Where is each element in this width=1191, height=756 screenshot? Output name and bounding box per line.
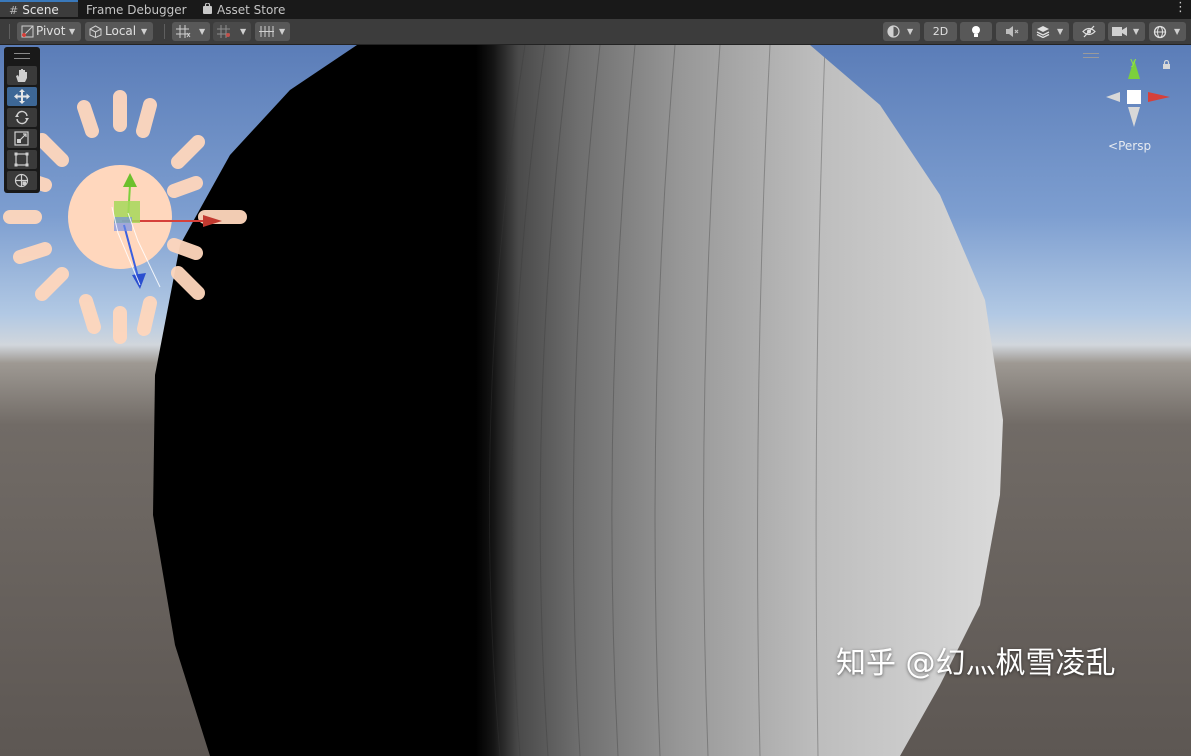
audio-toggle-button[interactable]: [996, 22, 1028, 41]
tab-frame-debugger[interactable]: Frame Debugger: [86, 0, 187, 19]
scene-visibility-toggle[interactable]: [1073, 22, 1105, 41]
grid-snapping-dropdown[interactable]: ▼: [172, 22, 210, 41]
scale-tool-button[interactable]: [7, 129, 37, 148]
speaker-muted-icon: [1006, 26, 1019, 37]
scene-toolbar: Pivot ▼ Local ▼ ▼ ▼ ▼ ▼ 2D ▼ ▼ ▼: [0, 19, 1191, 45]
gizmo-globe-icon: [1153, 25, 1167, 39]
grid-snap-icon: [176, 25, 191, 38]
chevron-down-icon: ▼: [1174, 27, 1181, 36]
rotate-tool-button[interactable]: [7, 108, 37, 127]
scale-icon: [14, 131, 29, 146]
tab-asset-store[interactable]: Asset Store: [202, 0, 285, 19]
transform-icon: [14, 173, 29, 188]
chevron-down-icon: ▼: [1133, 27, 1140, 36]
hand-icon: [16, 69, 27, 82]
local-space-icon: [89, 25, 102, 38]
chevron-down-icon: ▼: [907, 27, 914, 36]
toolbar-grip: [9, 24, 10, 39]
transform-tool-button[interactable]: [7, 171, 37, 190]
orientation-gizmo[interactable]: [1106, 59, 1170, 127]
tool-palette: [4, 47, 40, 193]
grid-visibility-icon: [259, 26, 274, 37]
toolbar-separator: [164, 24, 165, 39]
increment-snap-dropdown[interactable]: ▼: [213, 22, 251, 41]
bag-icon: [202, 1, 213, 21]
chevron-down-icon: ▼: [69, 27, 76, 36]
lighting-toggle-button[interactable]: [960, 22, 992, 41]
draw-mode-dropdown[interactable]: ▼: [883, 22, 920, 41]
shaded-sphere-icon: [887, 25, 900, 38]
watermark: 知乎 @幻灬枫雪凌乱: [836, 646, 1116, 681]
scene-viewport[interactable]: y <Persp 知乎 @幻灬枫雪凌乱: [0, 45, 1191, 756]
rect-tool-button[interactable]: [7, 150, 37, 169]
local-dropdown[interactable]: Local ▼: [85, 22, 153, 41]
move-arrows-icon: [14, 89, 30, 104]
hand-tool-button[interactable]: [7, 66, 37, 85]
move-tool-button[interactable]: [7, 87, 37, 106]
2d-toggle-button[interactable]: 2D: [924, 22, 957, 41]
hidden-eye-icon: [1082, 25, 1096, 38]
pivot-icon: [21, 25, 34, 38]
tab-scene[interactable]: # Scene: [0, 0, 78, 17]
projection-toggle[interactable]: <Persp: [1108, 139, 1151, 153]
tab-bar: # Scene Frame Debugger Asset Store ⋮: [0, 0, 1191, 19]
camera-icon: [1112, 27, 1127, 36]
rect-transform-icon: [14, 152, 29, 167]
chevron-down-icon: ▼: [279, 27, 286, 36]
gizmos-dropdown[interactable]: ▼: [1149, 22, 1186, 41]
pivot-dropdown[interactable]: Pivot ▼: [17, 22, 81, 41]
chevron-down-icon: ▼: [240, 27, 247, 36]
rotate-icon: [15, 110, 29, 125]
increment-snap-icon: [217, 25, 230, 38]
chevron-down-icon: ▼: [199, 27, 206, 36]
tool-palette-grip[interactable]: [14, 53, 30, 59]
grid-icon: #: [9, 4, 19, 17]
chevron-down-icon: ▼: [141, 27, 148, 36]
effects-layers-icon: [1036, 26, 1050, 38]
chevron-left-icon: <: [1108, 139, 1119, 153]
gizmo-grip[interactable]: [1083, 53, 1099, 58]
more-options-icon[interactable]: ⋮: [1174, 0, 1187, 19]
light-bulb-icon: [972, 26, 980, 37]
effects-dropdown[interactable]: ▼: [1032, 22, 1069, 41]
chevron-down-icon: ▼: [1057, 27, 1064, 36]
lock-icon[interactable]: [1162, 59, 1171, 72]
camera-settings-dropdown[interactable]: ▼: [1108, 22, 1145, 41]
grid-visibility-dropdown[interactable]: ▼: [255, 22, 290, 41]
gizmo-y-label: y: [1130, 55, 1137, 68]
